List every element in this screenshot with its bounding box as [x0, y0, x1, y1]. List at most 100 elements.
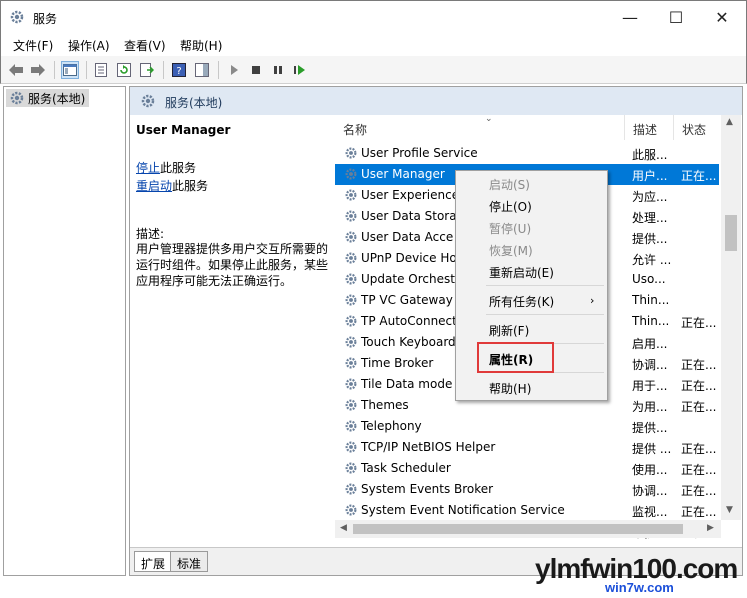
menu-view[interactable]: 查看(V): [124, 37, 166, 54]
tab-standard[interactable]: 标准: [170, 551, 209, 572]
menu-file[interactable]: 文件(F): [13, 37, 53, 54]
table-row[interactable]: System Event Notification Service 监视... 正在…: [335, 500, 719, 521]
scroll-up-icon[interactable]: ▲: [726, 117, 733, 127]
service-description-cell: 启用...: [632, 337, 668, 351]
service-gear-icon: [345, 315, 357, 327]
scroll-down-icon[interactable]: ▼: [726, 505, 733, 515]
watermark: ylmfwin100.com win7w.com: [535, 553, 747, 598]
menu-action[interactable]: 操作(A): [68, 37, 110, 54]
tree-node-label: 服务(本地): [28, 92, 86, 106]
service-name: Time Broker: [361, 356, 434, 370]
watermark-line2: win7w.com: [605, 580, 674, 595]
service-description-cell: 为用...: [632, 400, 668, 414]
service-status-cell: 正在...: [681, 505, 717, 519]
service-status-cell: 正在...: [681, 379, 717, 393]
back-arrow-icon: [9, 64, 23, 76]
service-name: Update Orchest: [361, 272, 455, 286]
restart-service-suffix: 此服务: [172, 179, 209, 193]
service-status-cell: 正在...: [681, 169, 717, 183]
minimize-icon: —: [622, 7, 638, 27]
scroll-right-icon[interactable]: ▶: [707, 523, 714, 533]
table-row[interactable]: Task Scheduler 使用... 正在...: [335, 458, 719, 479]
service-gear-icon: [345, 378, 357, 390]
properties-sheet-icon: [95, 63, 107, 77]
services-gear-icon: [141, 94, 155, 108]
service-description-cell: Uso...: [632, 272, 666, 286]
ctx-restart[interactable]: 重新启动(E): [489, 264, 554, 281]
menu-help[interactable]: 帮助(H): [180, 37, 222, 54]
restart-icon: [294, 65, 305, 75]
column-header-description[interactable]: 描述: [625, 115, 674, 140]
service-description-cell: 提供...: [632, 232, 668, 246]
action-pane-button[interactable]: [193, 61, 211, 79]
table-row[interactable]: System Events Broker 协调... 正在...: [335, 479, 719, 500]
service-description-cell: 协调...: [632, 484, 668, 498]
properties-toolbar-button[interactable]: [92, 61, 110, 79]
window-title: 服务: [33, 12, 58, 26]
table-row[interactable]: Telephony 提供...: [335, 416, 719, 437]
tab-extended-label: 扩展: [141, 557, 166, 571]
service-description-cell: 协调...: [632, 358, 668, 372]
column-name-label: 名称: [343, 123, 368, 137]
ctx-all-tasks[interactable]: 所有任务(K): [489, 293, 554, 310]
minimize-button[interactable]: —: [607, 1, 653, 33]
service-status-cell: 正在...: [681, 358, 717, 372]
column-header-name[interactable]: 名称: [335, 115, 625, 140]
service-description-cell: 提供...: [632, 421, 668, 435]
ctx-help[interactable]: 帮助(H): [489, 380, 531, 397]
vertical-scrollbar[interactable]: ▲ ▼: [721, 115, 741, 520]
service-name: TP VC Gateway: [361, 293, 453, 307]
service-gear-icon: [345, 210, 357, 222]
close-icon: ✕: [715, 7, 729, 27]
maximize-icon: ☐: [668, 7, 684, 27]
service-description-cell: 用于...: [632, 379, 668, 393]
properties-highlight-box: [477, 342, 554, 373]
start-service-button[interactable]: [225, 61, 243, 79]
pause-service-button[interactable]: [269, 61, 287, 79]
table-row[interactable]: TCP/IP NetBIOS Helper 提供 ... 正在...: [335, 437, 719, 458]
service-description-cell: 提供 ...: [632, 442, 672, 456]
column-status-label: 状态: [682, 123, 707, 137]
service-description-cell: 允许 ...: [632, 253, 672, 267]
services-gear-icon: [10, 91, 24, 105]
vertical-scroll-thumb[interactable]: [725, 215, 737, 251]
close-button[interactable]: ✕: [699, 1, 745, 33]
table-row[interactable]: User Profile Service 此服...: [335, 143, 719, 164]
horizontal-scrollbar[interactable]: ◀ ▶: [335, 520, 721, 538]
service-status-cell: 正在...: [681, 463, 717, 477]
help-toolbar-button[interactable]: ?: [170, 61, 188, 79]
scroll-left-icon[interactable]: ◀: [340, 523, 347, 533]
play-icon: [231, 65, 238, 75]
pane-header: 服务(本地): [130, 87, 742, 115]
back-button[interactable]: [7, 61, 25, 79]
service-name: Telephony: [361, 419, 422, 433]
stop-service-button[interactable]: [247, 61, 265, 79]
export-list-icon: [140, 63, 154, 77]
show-hide-console-tree-button[interactable]: [61, 61, 79, 79]
service-gear-icon: [345, 483, 357, 495]
maximize-button[interactable]: ☐: [653, 1, 699, 33]
service-name: UPnP Device Ho: [361, 251, 457, 265]
service-description-cell: Thin...: [632, 314, 670, 328]
forward-arrow-icon: [31, 64, 45, 76]
service-description-cell: 为应...: [632, 190, 668, 204]
restart-service-button[interactable]: [291, 61, 309, 79]
ctx-refresh[interactable]: 刷新(F): [489, 322, 529, 339]
export-list-button[interactable]: [138, 61, 156, 79]
tab-extended[interactable]: 扩展: [134, 551, 173, 572]
service-name: User Data Stora: [361, 209, 457, 223]
ctx-stop[interactable]: 停止(O): [489, 198, 532, 215]
service-description-cell: 用户...: [632, 169, 668, 183]
horizontal-scroll-thumb[interactable]: [353, 524, 683, 534]
service-gear-icon: [345, 147, 357, 159]
tree-node-services-local[interactable]: 服务(本地): [6, 89, 90, 107]
restart-service-link[interactable]: 重启动: [136, 179, 172, 193]
stop-service-link[interactable]: 停止: [136, 161, 160, 175]
forward-button[interactable]: [29, 61, 47, 79]
service-description-cell: 监视...: [632, 505, 668, 519]
ctx-start: 启动(S): [489, 178, 530, 192]
console-tree: 服务(本地): [3, 86, 126, 576]
refresh-toolbar-button[interactable]: [115, 61, 133, 79]
stop-service-line: 停止此服务: [136, 159, 196, 176]
service-name: User Manager: [361, 167, 445, 181]
